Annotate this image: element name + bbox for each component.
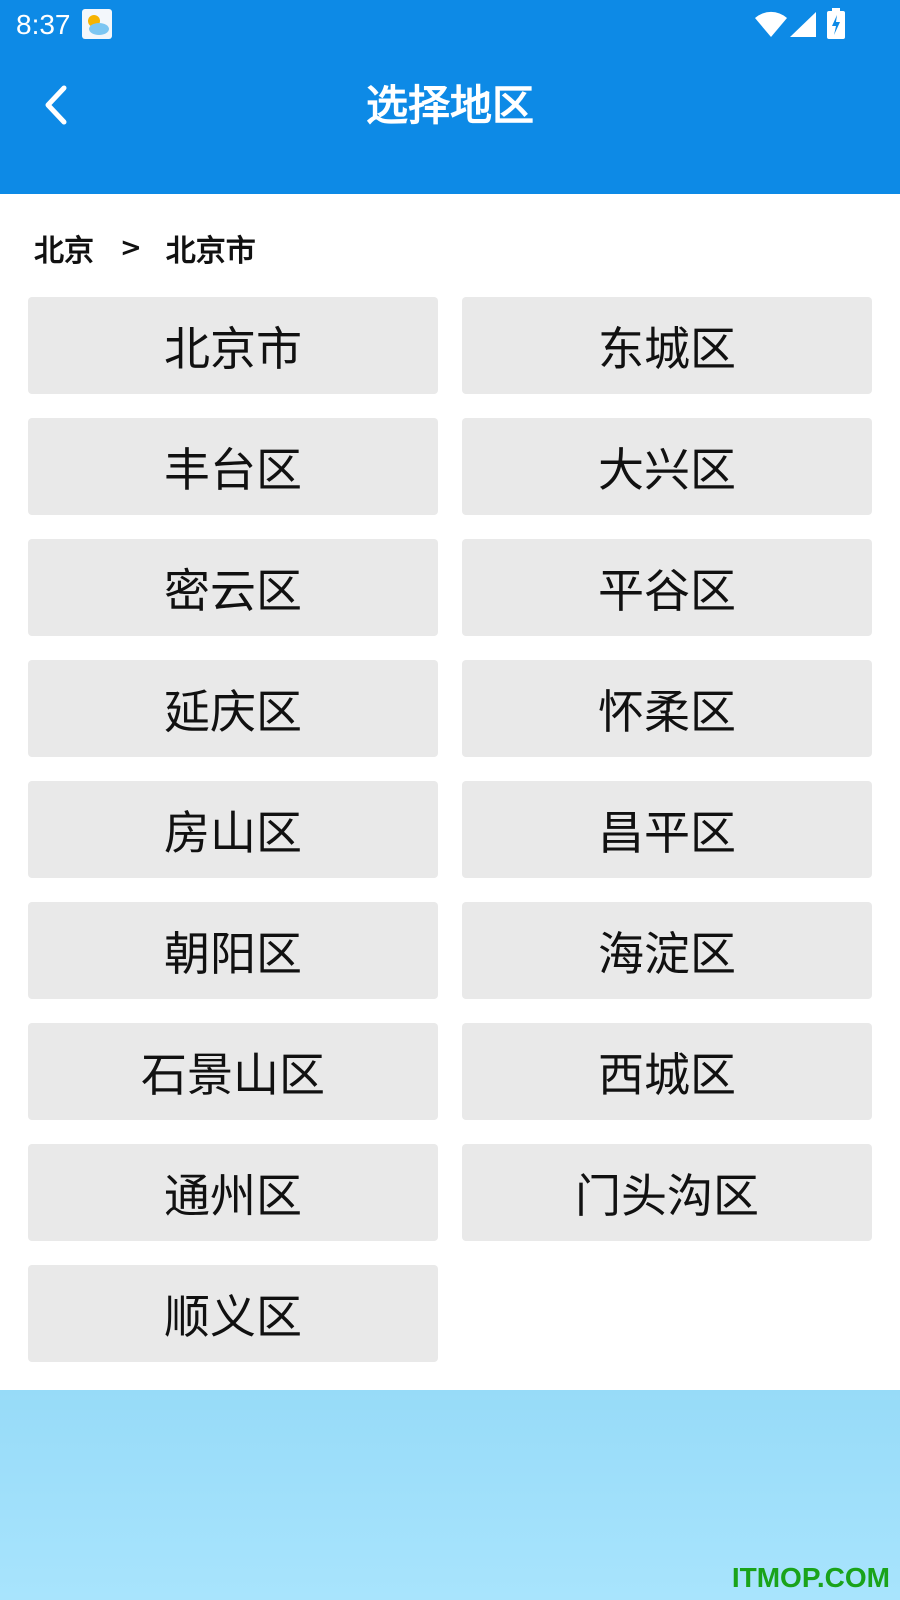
region-item[interactable]: 密云区	[28, 539, 438, 636]
region-item[interactable]: 怀柔区	[462, 660, 872, 757]
region-item[interactable]: 大兴区	[462, 418, 872, 515]
breadcrumb: 北京 > 北京市	[34, 226, 256, 270]
region-item[interactable]: 平谷区	[462, 539, 872, 636]
region-item[interactable]: 昌平区	[462, 781, 872, 878]
region-selector: 北京 > 北京市 北京市 东城区 丰台区 大兴区 密云区 平谷区 延庆区 怀柔区…	[0, 194, 900, 1390]
region-grid: 北京市 东城区 丰台区 大兴区 密云区 平谷区 延庆区 怀柔区 房山区 昌平区 …	[28, 297, 872, 1362]
breadcrumb-separator: >	[120, 233, 142, 263]
weather-icon	[82, 9, 112, 39]
battery-icon	[826, 8, 846, 40]
region-item[interactable]: 房山区	[28, 781, 438, 878]
region-item[interactable]: 通州区	[28, 1144, 438, 1241]
region-item[interactable]: 海淀区	[462, 902, 872, 999]
region-item[interactable]: 丰台区	[28, 418, 438, 515]
region-item[interactable]: 东城区	[462, 297, 872, 394]
watermark-text: ITMOP.COM	[731, 1562, 890, 1593]
status-bar: 8:37	[0, 0, 900, 50]
region-item[interactable]: 延庆区	[28, 660, 438, 757]
region-item[interactable]: 北京市	[28, 297, 438, 394]
region-item[interactable]: 朝阳区	[28, 902, 438, 999]
region-item[interactable]: 西城区	[462, 1023, 872, 1120]
breadcrumb-city[interactable]: 北京市	[166, 226, 256, 270]
signal-icon	[790, 12, 816, 37]
footer-banner: ITMOP.COM	[0, 1390, 900, 1600]
status-time: 8:37	[16, 9, 71, 40]
region-item[interactable]: 顺义区	[28, 1265, 438, 1362]
page-title: 选择地区	[365, 81, 534, 130]
breadcrumb-province[interactable]: 北京	[34, 226, 94, 270]
app-header: 8:37 选择地区	[0, 0, 900, 194]
wifi-icon	[754, 10, 788, 38]
region-item[interactable]: 门头沟区	[462, 1144, 872, 1241]
region-item[interactable]: 石景山区	[28, 1023, 438, 1120]
